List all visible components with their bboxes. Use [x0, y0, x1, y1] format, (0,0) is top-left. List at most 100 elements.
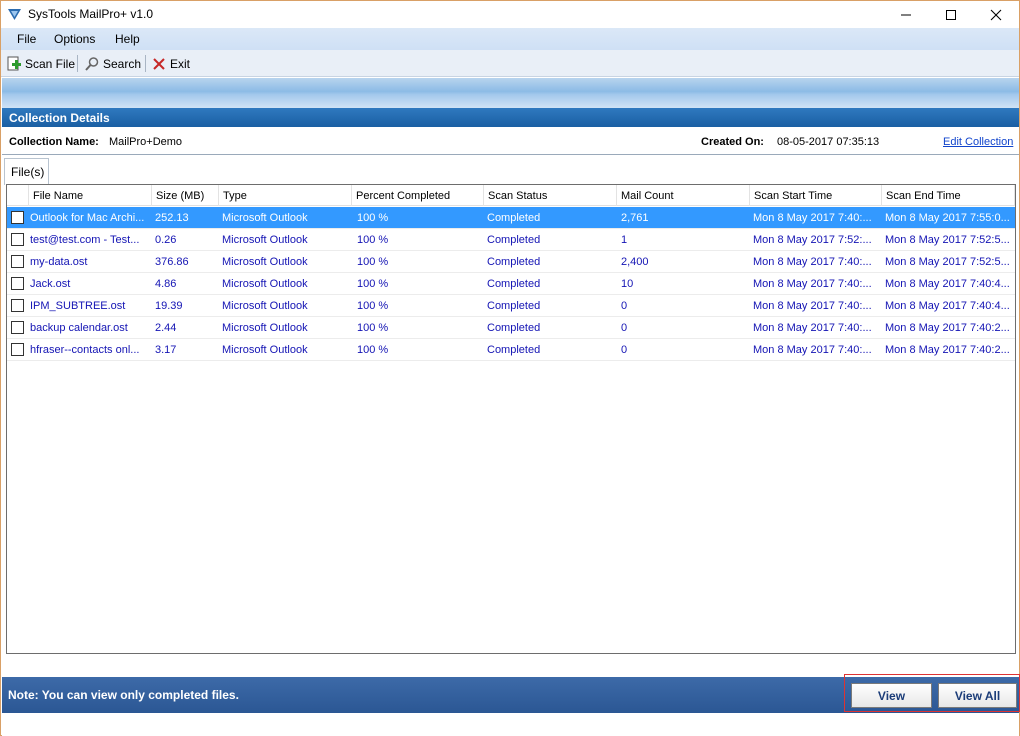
minimize-button[interactable] [883, 1, 929, 28]
cell-size: 252.13 [155, 212, 189, 224]
column-header-file-name[interactable]: File Name [29, 185, 152, 206]
scan-file-icon [6, 56, 22, 72]
column-header-mail-count[interactable]: Mail Count [617, 185, 750, 206]
search-label: Search [103, 57, 142, 71]
row-checkbox[interactable] [11, 343, 24, 356]
toolbar-divider [145, 55, 146, 72]
column-header-type[interactable]: Type [219, 185, 352, 206]
cell-file-name: Outlook for Mac Archi... [30, 212, 145, 224]
cell-end-time: Mon 8 May 2017 7:52:5... [885, 234, 1010, 246]
cell-end-time: Mon 8 May 2017 7:40:4... [885, 278, 1010, 290]
row-checkbox[interactable] [11, 277, 24, 290]
column-header-percent-completed[interactable]: Percent Completed [352, 185, 484, 206]
status-strip [2, 713, 1019, 736]
collection-name-label: Collection Name: [9, 136, 99, 148]
app-logo-icon [7, 7, 22, 22]
cell-type: Microsoft Outlook [222, 300, 308, 312]
cell-end-time: Mon 8 May 2017 7:52:5... [885, 256, 1010, 268]
scan-file-button[interactable]: Scan File [6, 55, 75, 73]
table-row[interactable]: my-data.ost 376.86 Microsoft Outlook 100… [7, 251, 1015, 273]
table-row[interactable]: Jack.ost 4.86 Microsoft Outlook 100 % Co… [7, 273, 1015, 295]
row-checkbox[interactable] [11, 299, 24, 312]
cell-type: Microsoft Outlook [222, 234, 308, 246]
column-header-scan-start-time[interactable]: Scan Start Time [750, 185, 882, 206]
table-row[interactable]: Outlook for Mac Archi... 252.13 Microsof… [7, 207, 1015, 229]
cell-percent: 100 % [357, 344, 389, 356]
row-checkbox[interactable] [11, 211, 24, 224]
table-header: File Name Size (MB) Type Percent Complet… [7, 185, 1015, 206]
cell-end-time: Mon 8 May 2017 7:40:4... [885, 300, 1010, 312]
cell-status: Completed [487, 256, 541, 268]
cell-percent: 100 % [357, 212, 389, 224]
cell-mail-count: 2,761 [621, 212, 649, 224]
search-icon [84, 56, 100, 72]
cell-size: 2.44 [155, 322, 177, 334]
toolbar-divider [77, 55, 78, 72]
created-on-value: 08-05-2017 07:35:13 [777, 136, 880, 148]
cell-size: 376.86 [155, 256, 189, 268]
cell-file-name: hfraser--contacts onl... [30, 344, 140, 356]
cell-end-time: Mon 8 May 2017 7:40:2... [885, 344, 1010, 356]
title-bar: SysTools MailPro+ v1.0 [1, 1, 1019, 28]
cell-start-time: Mon 8 May 2017 7:40:... [753, 322, 872, 334]
maximize-button[interactable] [928, 1, 974, 28]
table-row[interactable]: test@test.com - Test... 0.26 Microsoft O… [7, 229, 1015, 251]
cell-start-time: Mon 8 May 2017 7:52:... [753, 234, 872, 246]
close-button[interactable] [973, 1, 1019, 28]
row-checkbox[interactable] [11, 255, 24, 268]
cell-percent: 100 % [357, 256, 389, 268]
exit-label: Exit [170, 57, 191, 71]
cell-end-time: Mon 8 May 2017 7:40:2... [885, 322, 1010, 334]
cell-file-name: backup calendar.ost [30, 322, 128, 334]
column-header-size[interactable]: Size (MB) [152, 185, 219, 206]
collection-info: Collection Name: MailPro+Demo Created On… [2, 127, 1019, 155]
cell-file-name: my-data.ost [30, 256, 88, 268]
cell-status: Completed [487, 344, 541, 356]
cell-status: Completed [487, 300, 541, 312]
toolbar: Scan File Search Exit [1, 50, 1019, 77]
scan-file-label: Scan File [25, 57, 76, 71]
cell-status: Completed [487, 212, 541, 224]
cell-start-time: Mon 8 May 2017 7:40:... [753, 256, 872, 268]
cell-mail-count: 0 [621, 344, 628, 356]
menu-bar: File Options Help [1, 28, 1019, 50]
table-row[interactable]: IPM_SUBTREE.ost 19.39 Microsoft Outlook … [7, 295, 1015, 317]
column-header-scan-end-time[interactable]: Scan End Time [882, 185, 1015, 206]
cell-type: Microsoft Outlook [222, 212, 308, 224]
cell-file-name: Jack.ost [30, 278, 71, 290]
checkbox-column-header [7, 185, 29, 206]
menu-file[interactable]: File [17, 32, 36, 46]
row-checkbox[interactable] [11, 233, 24, 246]
cell-percent: 100 % [357, 300, 389, 312]
cell-status: Completed [487, 234, 541, 246]
cell-type: Microsoft Outlook [222, 256, 308, 268]
cell-status: Completed [487, 278, 541, 290]
exit-x-icon [151, 56, 167, 72]
table-row[interactable]: backup calendar.ost 2.44 Microsoft Outlo… [7, 317, 1015, 339]
menu-options[interactable]: Options [54, 32, 95, 46]
search-button[interactable]: Search [84, 55, 141, 73]
menu-help[interactable]: Help [115, 32, 140, 46]
cell-size: 0.26 [155, 234, 177, 246]
cell-status: Completed [487, 322, 541, 334]
column-header-scan-status[interactable]: Scan Status [484, 185, 617, 206]
maximize-icon [946, 9, 956, 20]
window-title: SysTools MailPro+ v1.0 [28, 7, 154, 21]
cell-start-time: Mon 8 May 2017 7:40:... [753, 212, 872, 224]
collection-name-value: MailPro+Demo [109, 136, 183, 148]
cell-type: Microsoft Outlook [222, 322, 308, 334]
completed-files-note: Note: You can view only completed files. [8, 688, 239, 702]
exit-button[interactable]: Exit [151, 55, 190, 73]
table-row[interactable]: hfraser--contacts onl... 3.17 Microsoft … [7, 339, 1015, 361]
cell-percent: 100 % [357, 322, 389, 334]
view-button[interactable]: View [851, 683, 932, 708]
header-band [2, 78, 1019, 108]
created-on-label: Created On: [701, 136, 764, 148]
collection-details-header: Collection Details [2, 108, 1019, 127]
edit-collection-link[interactable]: Edit Collection [943, 136, 1013, 148]
view-all-button[interactable]: View All [938, 683, 1017, 708]
row-checkbox[interactable] [11, 321, 24, 334]
tab-files[interactable]: File(s) [4, 158, 49, 185]
cell-mail-count: 2,400 [621, 256, 649, 268]
cell-size: 3.17 [155, 344, 177, 356]
